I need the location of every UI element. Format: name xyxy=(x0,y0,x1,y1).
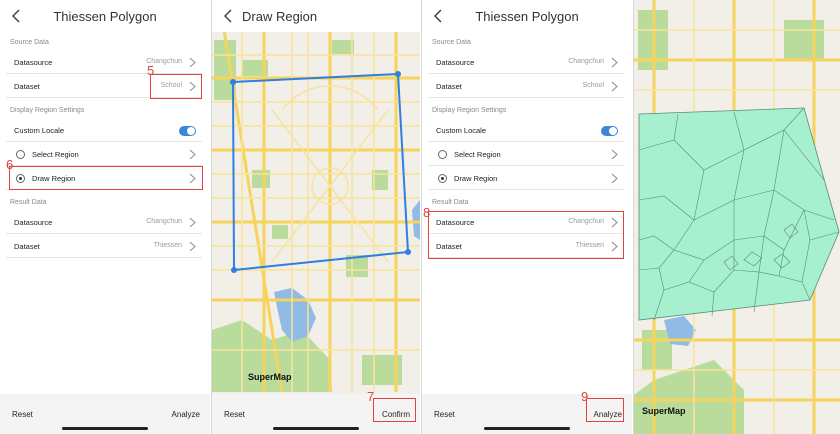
row-label: Datasource xyxy=(14,218,53,227)
display-region-section-label: Display Region Settings xyxy=(10,107,85,114)
source-data-section-label: Source Data xyxy=(432,39,471,46)
display-region-section-label: Display Region Settings xyxy=(432,107,507,114)
select-region-row[interactable]: Select Region xyxy=(6,143,202,166)
reset-button[interactable]: Reset xyxy=(12,410,33,419)
page-title: Draw Region xyxy=(242,9,318,24)
chevron-right-icon xyxy=(189,217,196,228)
row-label: Datasource xyxy=(436,58,475,67)
source-dataset-row[interactable]: Dataset School xyxy=(428,75,624,98)
thiessen-settings-panel-after: Thiessen Polygon Source Data Datasource … xyxy=(422,0,632,434)
chevron-right-icon xyxy=(189,57,196,68)
row-label: Dataset xyxy=(436,82,462,91)
thiessen-settings-panel: Thiessen Polygon Source Data Datasource … xyxy=(0,0,210,434)
bottom-bar: Reset Analyze xyxy=(0,394,210,434)
custom-locale-toggle[interactable] xyxy=(601,126,618,136)
row-value: Thiessen xyxy=(153,242,182,249)
row-label: Dataset xyxy=(14,82,40,91)
result-map-panel: SuperMap xyxy=(634,0,840,434)
supermap-logo: SuperMap xyxy=(642,406,686,416)
draw-region-panel: Draw Region SuperMap Reset Confirm 7 xyxy=(212,0,420,434)
highlight-box-analyze xyxy=(586,398,624,422)
radio-label: Select Region xyxy=(454,150,501,159)
chevron-right-icon xyxy=(611,57,618,68)
header: Thiessen Polygon xyxy=(0,0,210,32)
result-datasource-row[interactable]: Datasource Changchun xyxy=(6,211,202,234)
chevron-right-icon xyxy=(189,149,196,160)
highlight-box-confirm xyxy=(373,398,416,422)
step-5-marker: 5 xyxy=(147,63,155,78)
step-6-marker: 6 xyxy=(6,157,14,172)
highlight-box-result-data xyxy=(428,211,624,259)
header: Draw Region xyxy=(212,0,420,32)
home-indicator xyxy=(273,427,359,430)
screenshot-composite: Thiessen Polygon Source Data Datasource … xyxy=(0,0,840,434)
source-data-section-label: Source Data xyxy=(10,39,49,46)
result-data-section-label: Result Data xyxy=(432,199,469,206)
step-7-marker: 7 xyxy=(367,389,375,404)
supermap-logo: SuperMap xyxy=(248,372,292,382)
select-region-row[interactable]: Select Region xyxy=(428,143,624,166)
chevron-right-icon xyxy=(611,173,618,184)
radio-label: Select Region xyxy=(32,150,79,159)
result-dataset-row[interactable]: Dataset Thiessen xyxy=(6,235,202,258)
radio-label: Draw Region xyxy=(454,174,498,183)
highlight-box-dataset xyxy=(150,74,202,99)
highlight-box-draw-region xyxy=(9,166,203,190)
step-8-marker: 8 xyxy=(423,205,431,220)
analyze-button[interactable]: Analyze xyxy=(172,410,200,419)
chevron-right-icon xyxy=(611,149,618,160)
back-icon[interactable] xyxy=(222,8,236,24)
page-title: Thiessen Polygon xyxy=(475,9,579,24)
reset-button[interactable]: Reset xyxy=(434,410,455,419)
chevron-right-icon xyxy=(611,81,618,92)
header: Thiessen Polygon xyxy=(422,0,632,32)
custom-locale-row: Custom Locale xyxy=(6,119,202,142)
step-9-marker: 9 xyxy=(581,389,589,404)
chevron-right-icon xyxy=(189,241,196,252)
reset-button[interactable]: Reset xyxy=(224,410,245,419)
draw-region-radio[interactable] xyxy=(438,174,447,183)
select-region-radio[interactable] xyxy=(16,150,25,159)
row-value: Changchun xyxy=(146,218,182,225)
row-value: School xyxy=(582,82,604,89)
custom-locale-toggle[interactable] xyxy=(179,126,196,136)
home-indicator xyxy=(62,427,148,430)
row-label: Dataset xyxy=(14,242,40,251)
home-indicator xyxy=(484,427,570,430)
custom-locale-row: Custom Locale xyxy=(428,119,624,142)
select-region-radio[interactable] xyxy=(438,150,447,159)
row-label: Datasource xyxy=(14,58,53,67)
city-map[interactable] xyxy=(212,0,420,434)
result-data-section-label: Result Data xyxy=(10,199,47,206)
row-label: Custom Locale xyxy=(14,126,65,135)
row-value: Changchun xyxy=(568,58,604,65)
page-title: Thiessen Polygon xyxy=(53,9,157,24)
source-datasource-row[interactable]: Datasource Changchun xyxy=(428,51,624,74)
draw-region-row[interactable]: Draw Region xyxy=(428,167,624,190)
row-label: Custom Locale xyxy=(436,126,487,135)
source-datasource-row[interactable]: Datasource Changchun xyxy=(6,51,202,74)
result-map[interactable] xyxy=(634,0,840,434)
